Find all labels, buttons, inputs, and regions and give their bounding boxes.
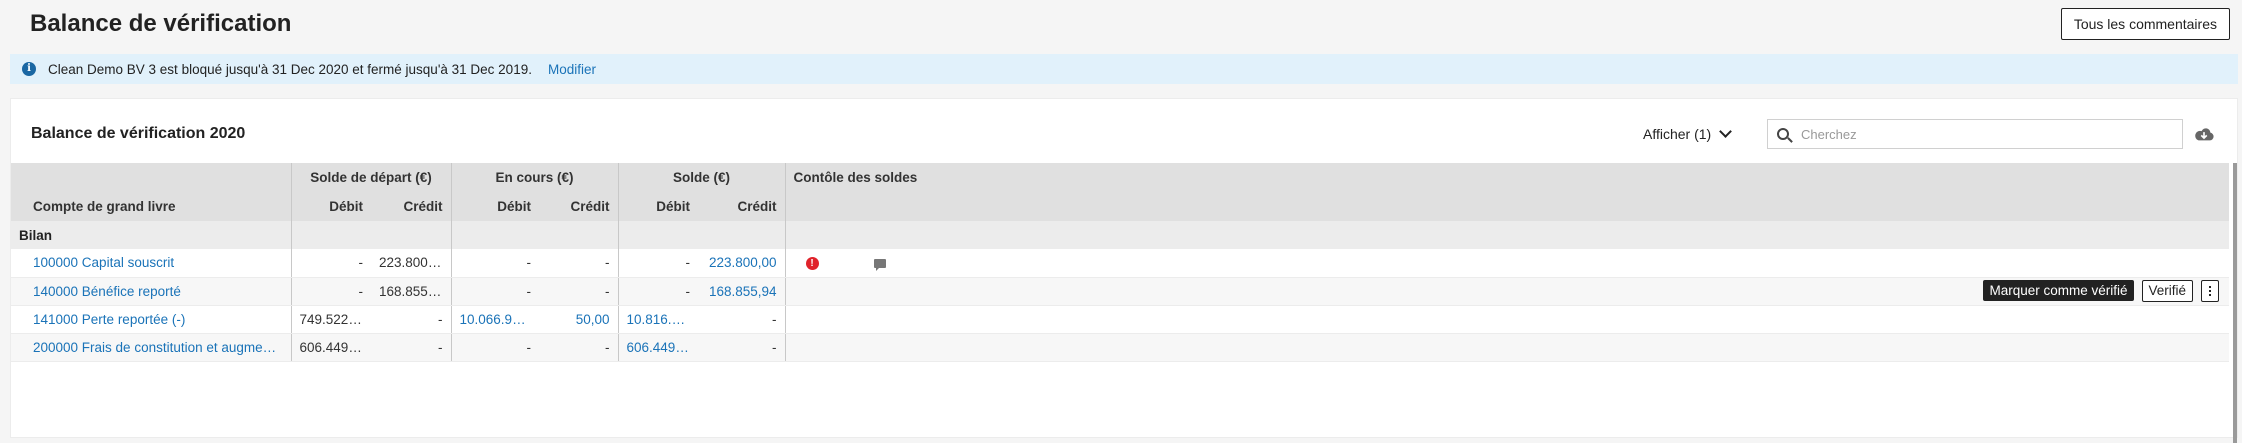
control-header: Contôle des soldes — [785, 163, 2230, 191]
modify-link[interactable]: Modifier — [548, 62, 596, 77]
start-credit-cell: 223.800,00 — [371, 249, 452, 278]
balance-credit-header[interactable]: Crédit — [698, 191, 786, 221]
control-cell: Marquer comme vérifié Verifié — [785, 277, 2230, 306]
all-comments-button[interactable]: Tous les commentaires — [2060, 8, 2230, 40]
start-credit-header[interactable]: Crédit — [371, 191, 452, 221]
account-link[interactable]: 140000 Bénéfice reporté — [11, 277, 292, 306]
search-input[interactable] — [1801, 126, 2161, 142]
balance-credit-cell[interactable]: 223.800,00 — [698, 249, 786, 278]
alert-message: Clean Demo BV 3 est bloqué jusqu'à 31 De… — [48, 61, 532, 77]
table-scrollbar[interactable] — [2233, 163, 2237, 443]
start-credit-cell: 168.855,94 — [371, 277, 452, 306]
chevron-down-icon — [1719, 125, 1733, 138]
search-icon — [1777, 128, 1789, 140]
current-debit-cell[interactable]: 10.066.920,59 — [451, 305, 539, 334]
account-column-header[interactable]: Compte de grand livre — [11, 191, 292, 221]
start-debit-header[interactable]: Débit — [291, 191, 371, 221]
current-credit-header[interactable]: Crédit — [539, 191, 619, 221]
current-debit-header[interactable]: Débit — [451, 191, 539, 221]
table-row[interactable]: 141000 Perte reportée (-) 749.522,28 - 1… — [11, 305, 2230, 334]
balance-credit-cell[interactable]: 168.855,94 — [698, 277, 786, 306]
search-box — [1767, 119, 2183, 149]
current-credit-cell: - — [539, 277, 619, 306]
table-row[interactable]: 100000 Capital souscrit - 223.800,00 - -… — [11, 249, 2230, 278]
start-debit-cell: 606.449,13 — [291, 333, 371, 362]
balance-debit-header[interactable]: Débit — [618, 191, 699, 221]
table-row[interactable]: 200000 Frais de constitution et augmenta… — [11, 333, 2230, 362]
account-link[interactable]: 100000 Capital souscrit — [11, 249, 292, 278]
error-icon[interactable]: ! — [805, 257, 819, 271]
start-balance-header: Solde de départ (€) — [291, 163, 452, 191]
balance-debit-cell: - — [618, 249, 699, 278]
afficher-dropdown[interactable]: Afficher (1) — [1643, 125, 1733, 142]
start-debit-cell: - — [291, 249, 371, 278]
card-title: Balance de vérification 2020 — [31, 125, 246, 142]
cloud-download-icon[interactable] — [2193, 123, 2215, 145]
control-cell — [785, 305, 2230, 334]
more-options-button[interactable] — [2201, 279, 2220, 302]
section-row: Bilan — [11, 221, 2230, 249]
control-column-header — [785, 191, 2230, 221]
current-debit-cell: - — [451, 333, 539, 362]
current-debit-cell: - — [451, 249, 539, 278]
balance-credit-cell: - — [698, 305, 786, 334]
start-debit-cell: 749.522,28 — [291, 305, 371, 334]
current-credit-cell: - — [539, 333, 619, 362]
row-actions: Marquer comme vérifié Verifié — [1983, 279, 2220, 302]
table-row[interactable]: 140000 Bénéfice reporté - 168.855,94 - -… — [11, 277, 2230, 306]
control-cell: ! — [785, 249, 2230, 278]
account-group-header — [11, 163, 292, 191]
balance-credit-cell: - — [698, 333, 786, 362]
start-credit-cell: - — [371, 333, 452, 362]
section-label: Bilan — [11, 221, 292, 249]
current-debit-cell: - — [451, 277, 539, 306]
control-cell — [785, 333, 2230, 362]
info-icon: i — [22, 62, 36, 76]
current-credit-cell[interactable]: 50,00 — [539, 305, 619, 334]
afficher-label: Afficher (1) — [1643, 126, 1712, 142]
mark-verified-tooltip: Marquer comme vérifié — [1983, 280, 2134, 301]
balance-debit-cell: - — [618, 277, 699, 306]
lock-alert-banner: i Clean Demo BV 3 est bloqué jusqu'à 31 … — [10, 54, 2238, 84]
current-header: En cours (€) — [451, 163, 619, 191]
balance-header: Solde (€) — [618, 163, 786, 191]
balance-debit-cell[interactable]: 10.816.392,87 — [618, 305, 699, 334]
current-credit-cell: - — [539, 249, 619, 278]
comment-icon[interactable] — [874, 259, 887, 272]
trial-balance-table: Solde de départ (€) En cours (€) Solde (… — [11, 163, 2230, 362]
account-link[interactable]: 200000 Frais de constitution et augmenta… — [11, 333, 292, 362]
account-link[interactable]: 141000 Perte reportée (-) — [11, 305, 292, 334]
balance-debit-cell[interactable]: 606.449,13 — [618, 333, 699, 362]
start-debit-cell: - — [291, 277, 371, 306]
page-title: Balance de vérification — [30, 10, 292, 37]
verify-button[interactable]: Verifié — [2141, 279, 2194, 302]
page-header: Balance de vérification Tous les comment… — [0, 0, 2242, 52]
start-credit-cell: - — [371, 305, 452, 334]
trial-balance-card: Balance de vérification 2020 Afficher (1… — [10, 98, 2238, 443]
